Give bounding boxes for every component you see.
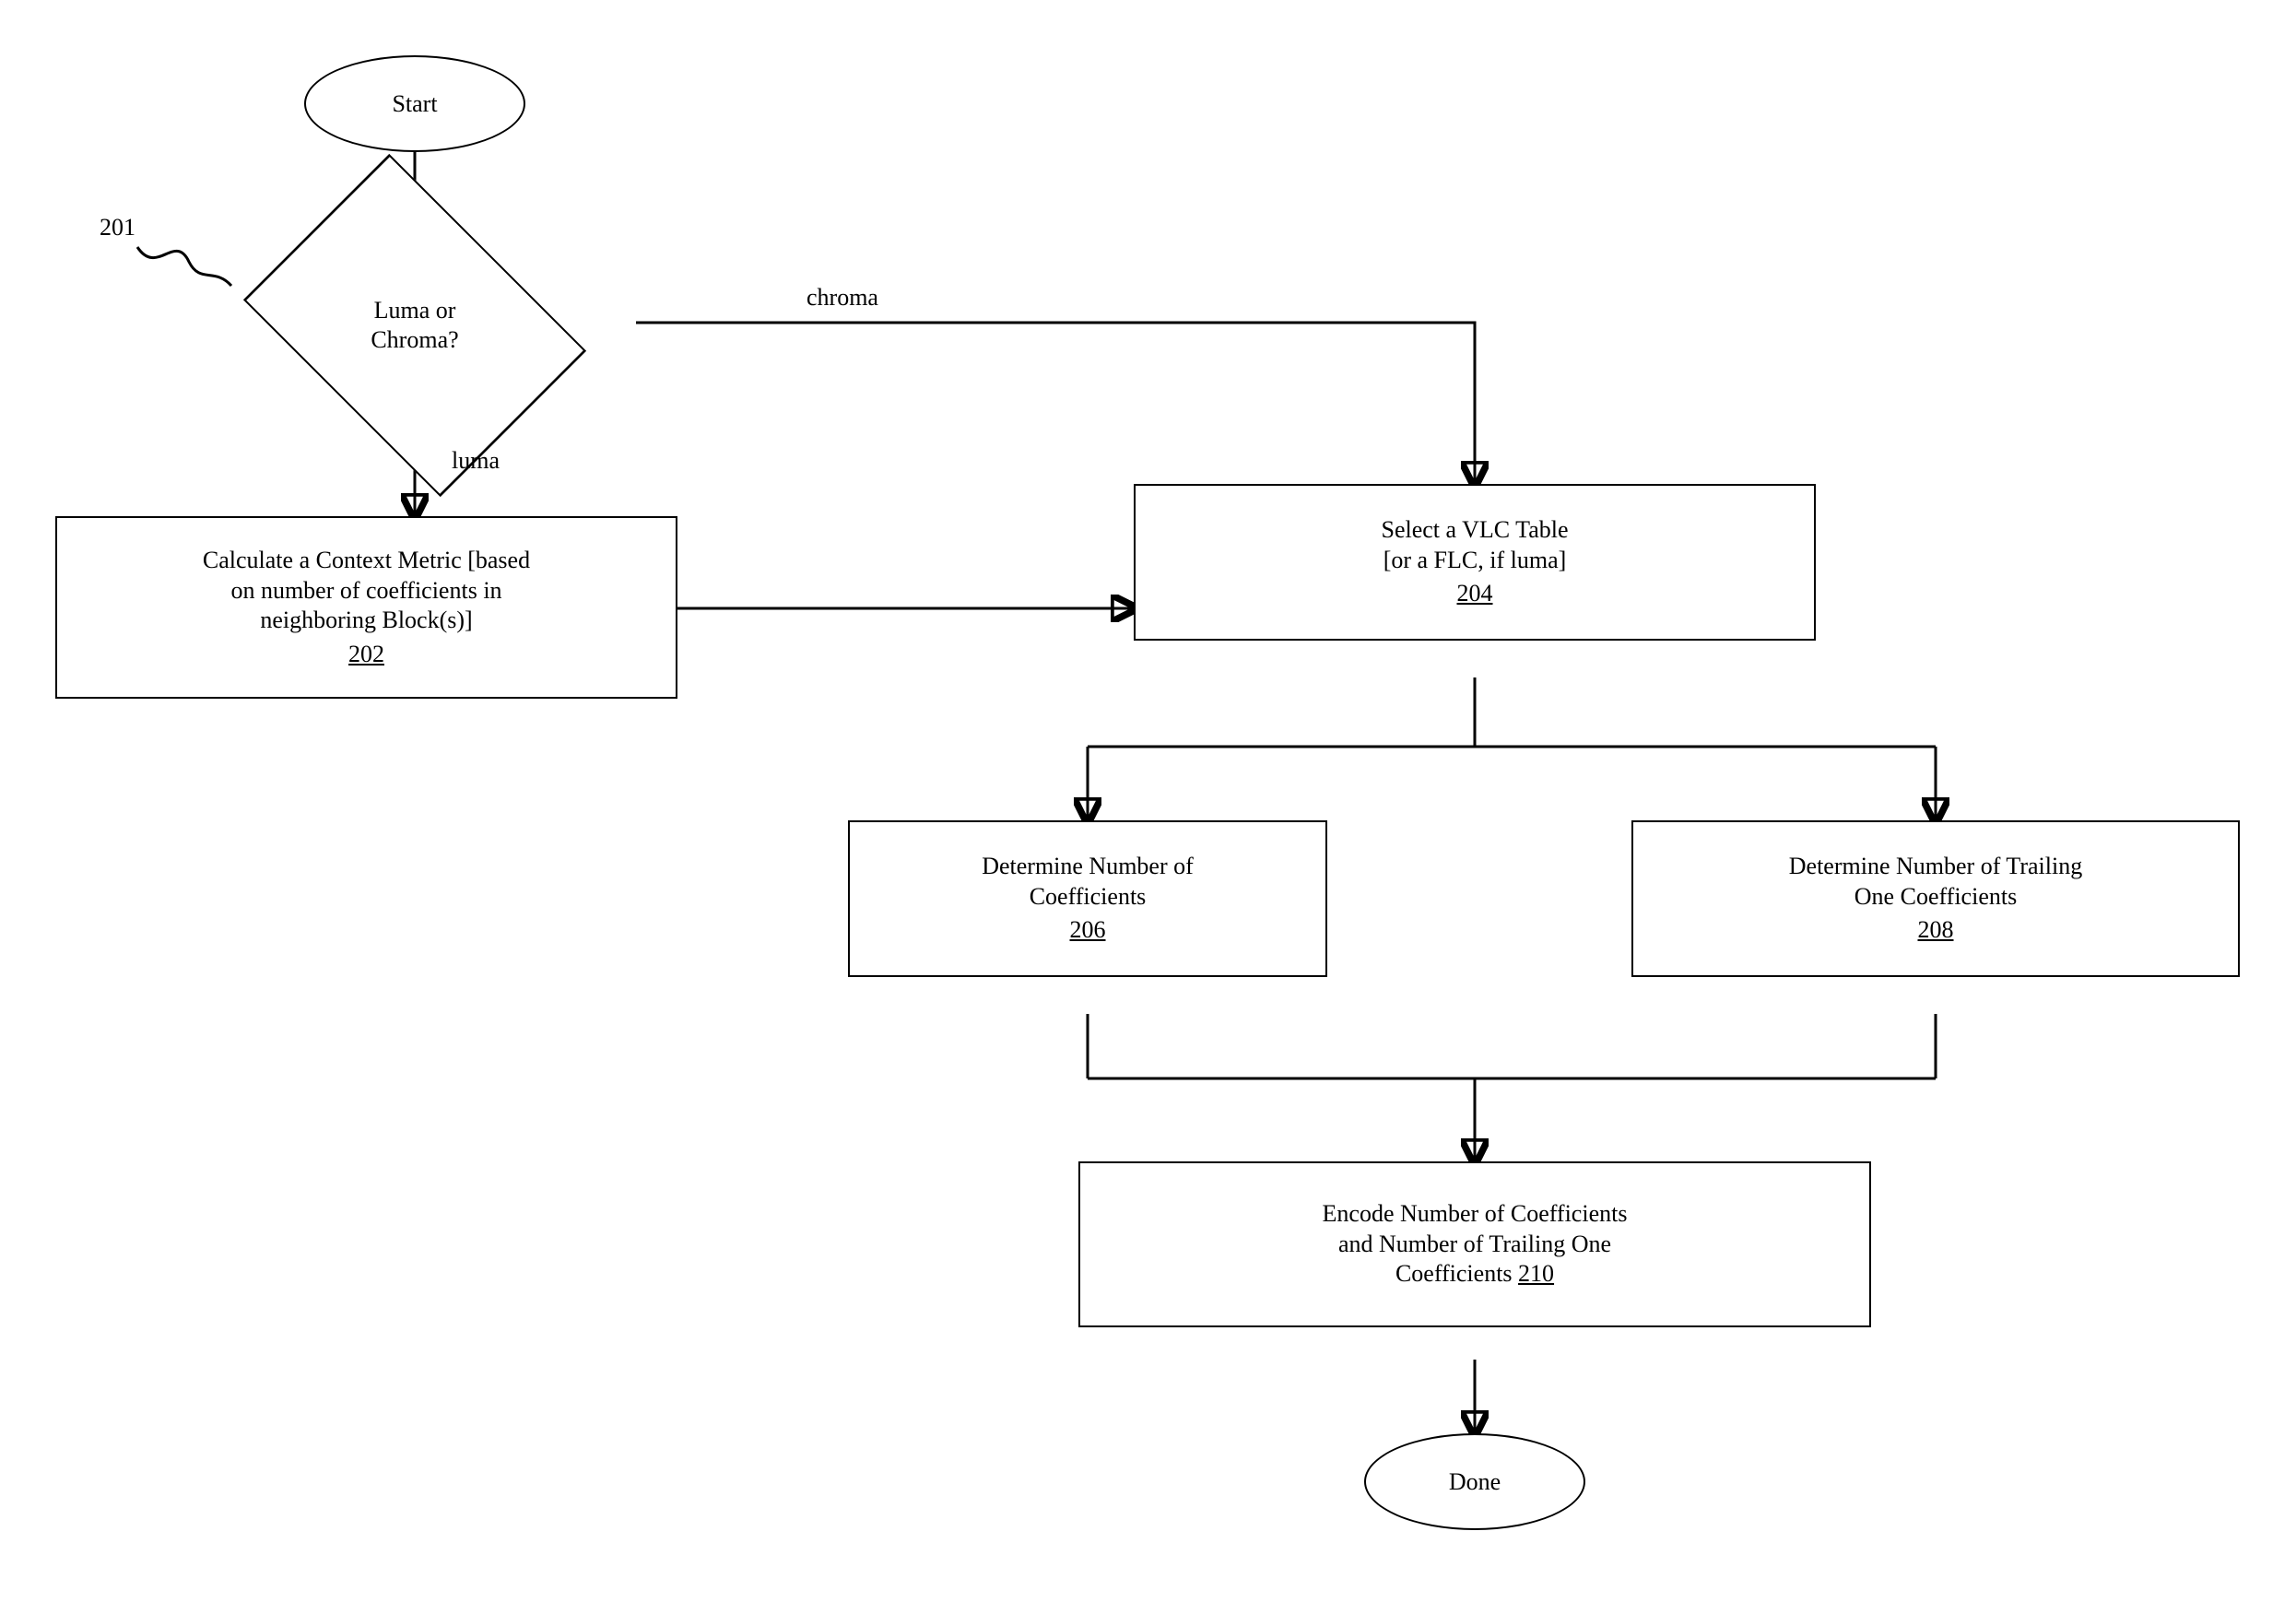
- decision-line2: Chroma?: [371, 326, 458, 353]
- enc-line3: Coefficients: [1395, 1260, 1518, 1287]
- terminal-done: Done: [1364, 1433, 1585, 1530]
- done-label: Done: [1449, 1468, 1501, 1496]
- vlc-ref: 204: [1457, 579, 1493, 609]
- edge-label-chroma: chroma: [807, 284, 878, 312]
- edge-label-luma: luma: [452, 447, 500, 475]
- flowchart-canvas: 201 Start Luma or Chroma? chroma luma Ca…: [0, 0, 2296, 1602]
- ctx-line3: neighboring Block(s)]: [260, 606, 472, 636]
- ctx-line1: Calculate a Context Metric [based: [203, 546, 530, 576]
- vlc-line2: [or a FLC, if luma]: [1383, 546, 1567, 576]
- t1-ref: 208: [1918, 915, 1954, 946]
- numcoeff-ref: 206: [1070, 915, 1106, 946]
- process-det-trailing-ones: Determine Number of Trailing One Coeffic…: [1631, 820, 2240, 977]
- process-det-num-coeff: Determine Number of Coefficients 206: [848, 820, 1327, 977]
- t1-line2: One Coefficients: [1854, 882, 2017, 913]
- callout-squiggle: [134, 240, 217, 286]
- process-encode: Encode Number of Coefficients and Number…: [1078, 1161, 1871, 1327]
- numcoeff-line2: Coefficients: [1030, 882, 1147, 913]
- numcoeff-line1: Determine Number of: [982, 852, 1194, 882]
- ctx-ref: 202: [348, 640, 384, 670]
- decision-line1: Luma or: [374, 297, 456, 324]
- vlc-line1: Select a VLC Table: [1382, 515, 1569, 546]
- ctx-line2: on number of coefficients in: [230, 576, 501, 607]
- enc-line1: Encode Number of Coefficients: [1323, 1199, 1628, 1230]
- terminal-start: Start: [304, 55, 525, 152]
- start-label: Start: [392, 90, 437, 118]
- callout-decision-ref: 201: [100, 214, 135, 241]
- enc-ref: 210: [1518, 1260, 1554, 1287]
- enc-line2: and Number of Trailing One: [1338, 1230, 1611, 1260]
- process-context-metric: Calculate a Context Metric [based on num…: [55, 516, 677, 699]
- decision-luma-chroma: Luma or Chroma?: [230, 221, 599, 429]
- process-select-vlc: Select a VLC Table [or a FLC, if luma] 2…: [1134, 484, 1816, 641]
- t1-line1: Determine Number of Trailing: [1789, 852, 2082, 882]
